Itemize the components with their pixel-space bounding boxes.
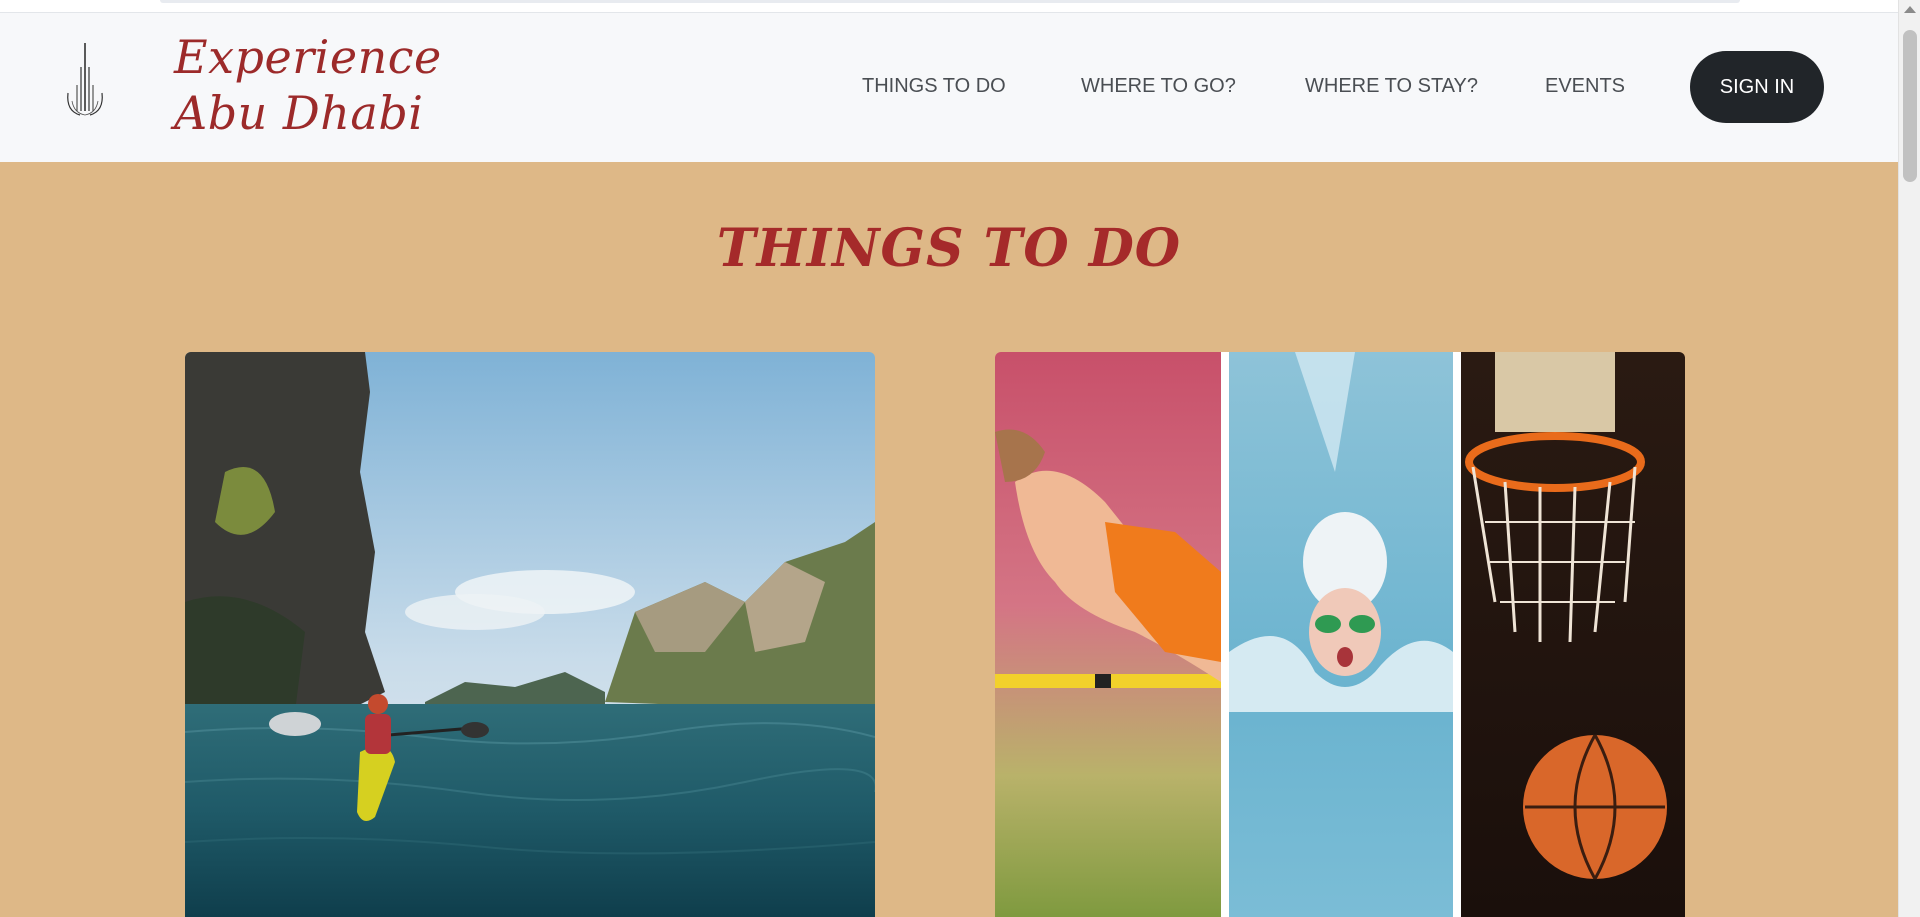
kayaking-photo	[185, 352, 875, 917]
sports-card[interactable]	[995, 352, 1685, 917]
burj-khalifa-icon[interactable]	[62, 41, 108, 119]
sports-collage-photo	[995, 352, 1685, 917]
scroll-up-arrow-icon[interactable]	[1904, 6, 1916, 13]
nav-things-to-do[interactable]: THINGS TO DO	[862, 75, 1006, 98]
kayaking-card[interactable]	[185, 352, 875, 917]
section-title: THINGS TO DO	[716, 218, 1182, 279]
nav-where-to-stay[interactable]: WHERE TO STAY?	[1305, 75, 1478, 98]
nav-where-to-go[interactable]: WHERE TO GO?	[1081, 75, 1236, 98]
brand-line-1: Experience	[174, 30, 442, 84]
browser-top-strip	[0, 0, 1898, 13]
sign-in-button[interactable]: SIGN IN	[1690, 51, 1824, 123]
nav-events[interactable]: EVENTS	[1545, 75, 1625, 98]
navbar: Experience Abu Dhabi THINGS TO DO WHERE …	[0, 13, 1898, 162]
address-bar-edge	[160, 0, 1740, 3]
brand-line-2: Abu Dhabi	[174, 86, 424, 140]
page-scrollbar[interactable]	[1898, 0, 1920, 917]
scrollbar-thumb[interactable]	[1903, 30, 1917, 182]
brand-logo-text[interactable]: Experience Abu Dhabi	[174, 29, 442, 141]
